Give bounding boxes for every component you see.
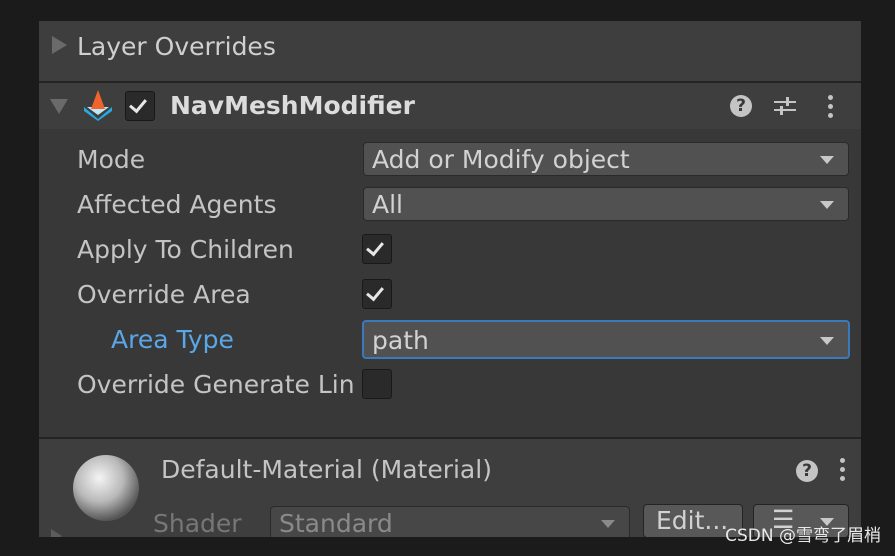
affected-agents-label: Affected Agents <box>77 190 277 219</box>
watermark-text: CSDN @雪弯了眉梢 <box>725 526 881 546</box>
dropdown-arrow-icon <box>820 337 834 345</box>
mode-label: Mode <box>77 145 146 174</box>
checkmark-icon <box>366 282 384 302</box>
override-generate-links-label-clip: Override Generate Links <box>77 370 356 404</box>
dropdown-arrow-icon <box>820 201 834 209</box>
layer-overrides-title: Layer Overrides <box>77 32 276 61</box>
override-area-label: Override Area <box>77 280 251 309</box>
layer-overrides-header[interactable]: Layer Overrides <box>39 21 861 81</box>
area-type-value: path <box>372 326 429 355</box>
foldout-collapsed-icon[interactable] <box>52 36 67 54</box>
affected-agents-value: All <box>372 190 403 219</box>
shader-label: Shader <box>153 509 242 537</box>
component-enabled-checkbox[interactable] <box>125 91 155 121</box>
affected-agents-dropdown[interactable]: All <box>363 187 849 221</box>
dropdown-arrow-icon <box>601 520 615 528</box>
material-title: Default-Material (Material) <box>161 455 492 484</box>
presets-icon[interactable] <box>772 94 798 118</box>
more-options-icon[interactable] <box>828 95 834 119</box>
dropdown-arrow-icon <box>820 156 834 164</box>
mode-value: Add or Modify object <box>372 145 630 174</box>
checkmark-icon <box>129 94 147 114</box>
foldout-expanded-icon[interactable] <box>50 99 68 114</box>
override-generate-links-checkbox[interactable] <box>362 369 392 399</box>
mode-dropdown[interactable]: Add or Modify object <box>363 142 849 176</box>
more-options-icon[interactable] <box>840 458 846 482</box>
component-title: NavMeshModifier <box>170 91 415 120</box>
navmesh-modifier-header[interactable]: NavMeshModifier ? <box>39 83 861 129</box>
area-type-label: Area Type <box>111 325 234 354</box>
navmesh-component-icon <box>84 90 112 121</box>
apply-to-children-label: Apply To Children <box>77 235 294 264</box>
shader-dropdown[interactable]: Standard <box>270 506 630 537</box>
help-icon[interactable]: ? <box>730 95 752 117</box>
checkmark-icon <box>366 237 384 257</box>
apply-to-children-checkbox[interactable] <box>362 234 392 264</box>
material-preview-sphere <box>73 455 139 521</box>
override-area-checkbox[interactable] <box>362 279 392 309</box>
shader-value: Standard <box>279 509 393 537</box>
override-generate-links-label: Override Generate Links <box>77 370 356 399</box>
edit-button-label: Edit... <box>656 506 729 535</box>
help-icon[interactable]: ? <box>796 460 818 482</box>
area-type-dropdown[interactable]: path <box>362 320 850 359</box>
foldout-collapsed-icon[interactable] <box>51 529 62 537</box>
